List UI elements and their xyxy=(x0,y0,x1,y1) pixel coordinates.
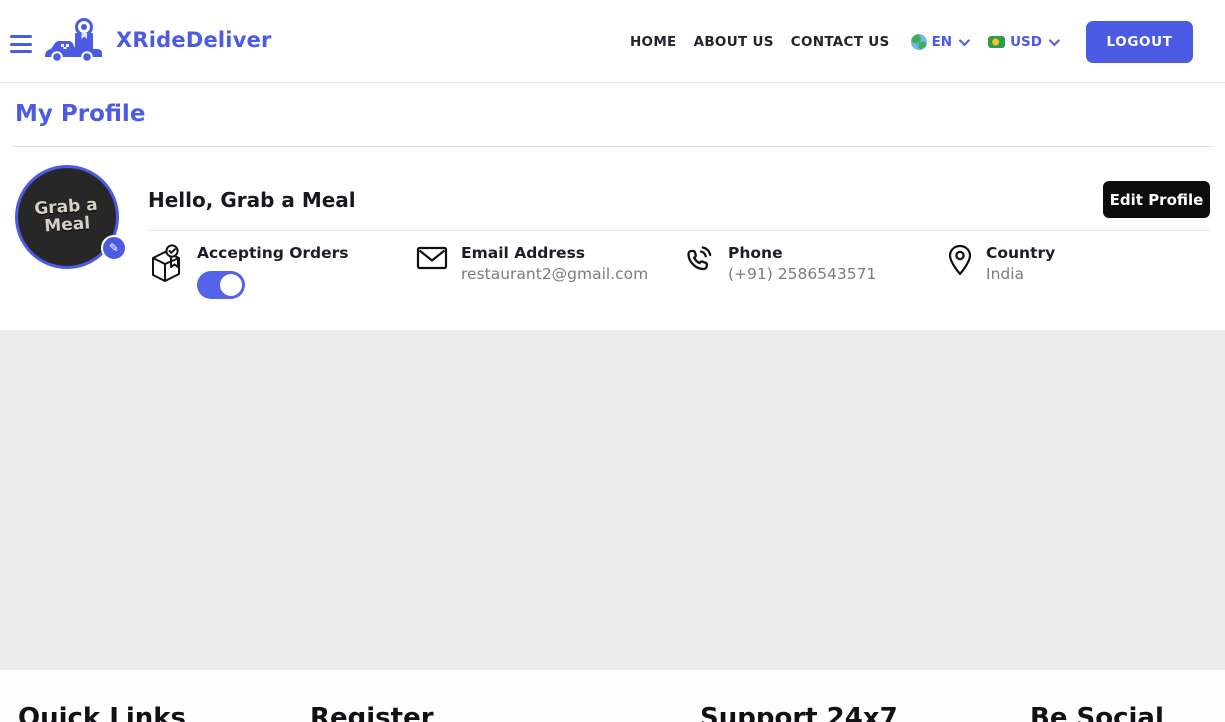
phone-icon xyxy=(683,244,715,276)
main-nav: HOME ABOUT US CONTACT US EN USD LOGOUT xyxy=(630,0,1193,83)
page: XRideDeliver HOME ABOUT US CONTACT US EN… xyxy=(0,0,1225,722)
profile-avatar: Grab a Meal ✎ xyxy=(15,165,119,269)
language-selector[interactable]: EN xyxy=(911,34,968,50)
accepting-orders-block: Accepting Orders xyxy=(148,242,349,299)
footer: Quick Links Register Support 24x7 Be Soc… xyxy=(0,670,1225,722)
delivery-car-icon xyxy=(44,16,106,64)
edit-avatar-button[interactable]: ✎ xyxy=(101,235,127,261)
profile-section: My Profile Grab a Meal ✎ Hello, Grab a M… xyxy=(0,84,1225,330)
logout-button[interactable]: LOGOUT xyxy=(1086,21,1193,63)
brand-logo[interactable]: XRideDeliver xyxy=(44,16,272,64)
phone-block: Phone (+91) 2586543571 xyxy=(683,242,876,283)
accepting-orders-label: Accepting Orders xyxy=(197,244,349,262)
divider xyxy=(148,230,1210,231)
footer-heading-be-social: Be Social xyxy=(1030,703,1164,722)
email-icon xyxy=(416,244,448,272)
avatar-logo-text: Grab a Meal xyxy=(34,197,100,237)
footer-heading-quick-links: Quick Links xyxy=(18,703,186,722)
nav-contact-us[interactable]: CONTACT US xyxy=(791,34,890,50)
hamburger-menu-icon[interactable] xyxy=(10,35,32,53)
divider xyxy=(12,146,1213,147)
package-check-icon xyxy=(148,244,184,284)
header: XRideDeliver HOME ABOUT US CONTACT US EN… xyxy=(0,0,1225,83)
email-label: Email Address xyxy=(461,244,648,262)
country-block: Country India xyxy=(947,242,1055,283)
nav-about-us[interactable]: ABOUT US xyxy=(694,34,774,50)
toggle-knob xyxy=(220,274,242,296)
greeting-text: Hello, Grab a Meal xyxy=(148,188,356,212)
currency-flag-icon xyxy=(988,36,1005,48)
chevron-down-icon xyxy=(959,34,970,45)
email-value: restaurant2@gmail.com xyxy=(461,265,648,283)
country-label: Country xyxy=(986,244,1055,262)
country-value: India xyxy=(986,265,1055,283)
brand-name: XRideDeliver xyxy=(116,28,272,52)
location-pin-icon xyxy=(947,244,973,278)
edit-profile-button[interactable]: Edit Profile xyxy=(1103,181,1210,218)
phone-label: Phone xyxy=(728,244,876,262)
footer-heading-register: Register xyxy=(310,703,434,722)
footer-heading-support: Support 24x7 xyxy=(700,703,898,722)
currency-value: USD xyxy=(1010,34,1042,50)
email-block: Email Address restaurant2@gmail.com xyxy=(416,242,648,283)
pencil-icon: ✎ xyxy=(109,241,119,255)
globe-icon xyxy=(911,34,927,50)
page-title: My Profile xyxy=(15,101,145,127)
profile-info-row: Accepting Orders Email Address restaura xyxy=(148,242,1210,322)
currency-selector[interactable]: USD xyxy=(988,34,1057,50)
phone-value: (+91) 2586543571 xyxy=(728,265,876,283)
language-value: EN xyxy=(932,34,953,50)
nav-home[interactable]: HOME xyxy=(630,34,677,50)
page-body-background xyxy=(0,330,1225,670)
chevron-down-icon xyxy=(1049,34,1060,45)
accepting-orders-toggle[interactable] xyxy=(197,271,245,299)
